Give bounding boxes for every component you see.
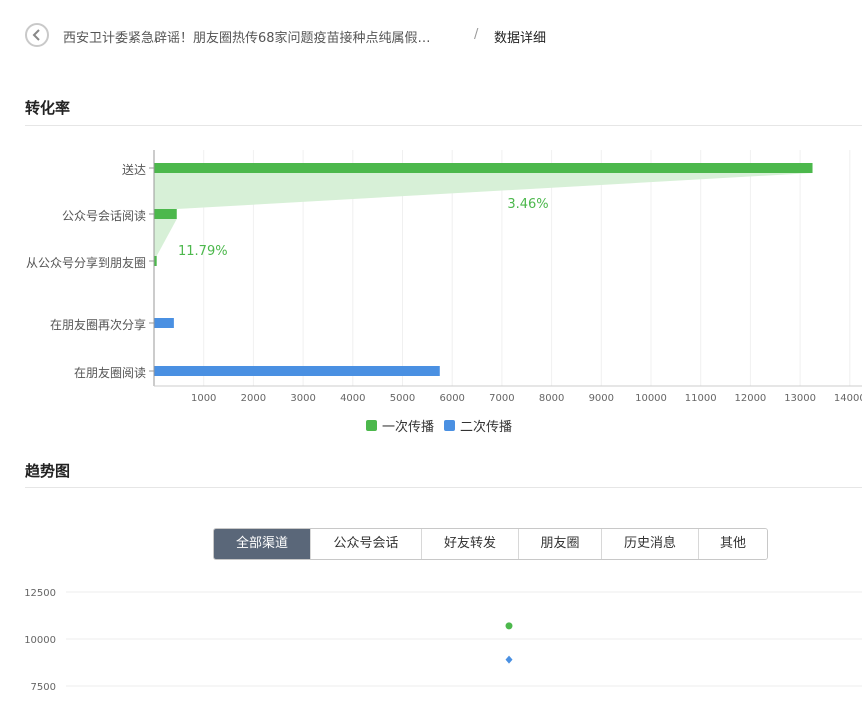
x-tick-label: 10000 bbox=[635, 393, 667, 404]
trend-chart: 12500 10000 7500 bbox=[24, 588, 862, 693]
tab-all-channels[interactable]: 全部渠道 bbox=[214, 529, 310, 559]
y-tick-label: 10000 bbox=[24, 635, 56, 646]
bar bbox=[154, 366, 440, 376]
breadcrumb-current: 数据详细 bbox=[494, 31, 547, 46]
data-point bbox=[505, 622, 513, 630]
divider bbox=[25, 125, 862, 126]
trend-section-title: 趋势图 bbox=[25, 462, 71, 480]
funnel-area bbox=[154, 173, 813, 209]
bar bbox=[154, 318, 174, 328]
legend-item-secondary[interactable]: 二次传播 bbox=[444, 416, 512, 435]
x-tick-label: 11000 bbox=[685, 393, 717, 404]
x-tick-label: 1000 bbox=[191, 393, 216, 404]
divider bbox=[25, 487, 862, 488]
legend-swatch bbox=[444, 420, 456, 431]
x-tick-label: 8000 bbox=[539, 393, 564, 404]
x-tick-label: 9000 bbox=[589, 393, 614, 404]
legend-swatch bbox=[366, 420, 377, 431]
tab-chat[interactable]: 公众号会话 bbox=[310, 529, 421, 559]
y-tick-label: 7500 bbox=[31, 682, 56, 693]
breadcrumb-separator: / bbox=[474, 27, 479, 42]
tab-history[interactable]: 历史消息 bbox=[601, 529, 698, 559]
data-point bbox=[505, 655, 513, 664]
conversion-rate-label: 11.79% bbox=[178, 244, 228, 259]
legend-label: 一次传播 bbox=[382, 420, 435, 435]
tab-friend-forward[interactable]: 好友转发 bbox=[421, 529, 518, 559]
chevron-left-icon bbox=[32, 29, 40, 41]
x-tick-label: 13000 bbox=[784, 393, 816, 404]
bar bbox=[154, 163, 813, 173]
bar bbox=[154, 209, 177, 219]
category-label: 在朋友圈阅读 bbox=[74, 366, 146, 380]
breadcrumb-article-link[interactable]: 西安卫计委紧急辟谣！朋友圈热传68家问题疫苗接种点纯属假… bbox=[63, 27, 458, 46]
back-button[interactable] bbox=[25, 23, 49, 47]
funnel-area bbox=[154, 219, 177, 256]
chart-legend: 一次传播 二次传播 bbox=[366, 416, 512, 435]
tab-other[interactable]: 其他 bbox=[698, 529, 767, 559]
x-tick-label: 12000 bbox=[734, 393, 766, 404]
legend-label: 二次传播 bbox=[460, 420, 513, 435]
x-tick-label: 4000 bbox=[340, 393, 365, 404]
x-tick-label: 7000 bbox=[489, 393, 514, 404]
x-tick-label: 6000 bbox=[439, 393, 464, 404]
conversion-funnel-chart: 送达公众号会话阅读从公众号分享到朋友圈在朋友圈再次分享在朋友圈阅读 1000 200… bbox=[26, 150, 862, 404]
x-tick-label: 3000 bbox=[290, 393, 315, 404]
channel-tabs: 全部渠道 公众号会话 好友转发 朋友圈 历史消息 其他 bbox=[213, 528, 768, 560]
tab-moments[interactable]: 朋友圈 bbox=[518, 529, 601, 559]
category-label: 公众号会话阅读 bbox=[62, 209, 146, 223]
x-tick-label: 5000 bbox=[390, 393, 415, 404]
legend-item-primary[interactable]: 一次传播 bbox=[366, 416, 434, 435]
conversion-rate-label: 3.46% bbox=[507, 197, 548, 212]
x-tick-label: 14000 bbox=[834, 393, 862, 404]
category-label: 送达 bbox=[122, 162, 146, 177]
category-label: 从公众号分享到朋友圈 bbox=[26, 255, 146, 270]
conversion-section-title: 转化率 bbox=[25, 99, 71, 117]
x-tick-label: 2000 bbox=[241, 393, 266, 404]
category-label: 在朋友圈再次分享 bbox=[50, 317, 146, 332]
y-tick-label: 12500 bbox=[24, 588, 56, 599]
